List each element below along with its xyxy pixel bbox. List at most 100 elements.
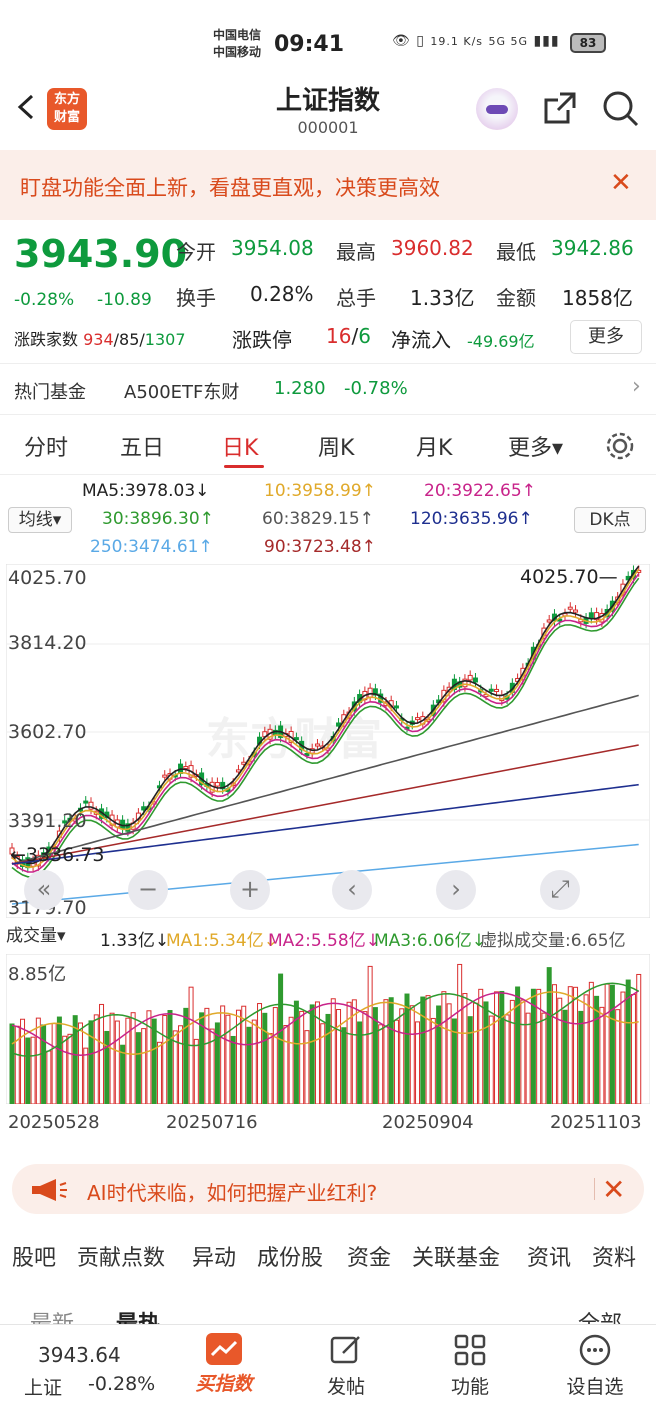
volume-bar	[204, 1007, 210, 1104]
fund-price: 1.280	[274, 378, 326, 399]
close-icon[interactable]: ✕	[610, 170, 632, 196]
volume-bar	[135, 1032, 141, 1104]
volume-bar	[267, 1033, 273, 1104]
change-pct: -0.28%	[14, 290, 75, 310]
volume-bar	[304, 1030, 310, 1104]
volume-bar	[409, 1005, 415, 1104]
volume-bar	[393, 1019, 399, 1104]
volume-bar	[330, 998, 336, 1104]
volume-bar	[499, 990, 505, 1104]
volume-bar	[25, 1037, 31, 1104]
candle-body	[314, 743, 320, 747]
volume-bar	[372, 1007, 378, 1104]
fullscreen-icon[interactable]: ⤢	[540, 870, 580, 910]
tab-constituents[interactable]: 成份股	[257, 1240, 323, 1272]
tab-capital[interactable]: 资金	[347, 1240, 391, 1272]
volume-bar	[246, 1026, 252, 1104]
tab-profile[interactable]: 资料	[592, 1240, 636, 1272]
volume-bar	[77, 1022, 83, 1104]
volume-bar	[251, 1019, 257, 1104]
volume-chart[interactable]	[6, 954, 650, 1104]
candle-body	[293, 737, 299, 741]
tab-daily-k[interactable]: 日K	[222, 430, 258, 462]
tab-movement[interactable]: 异动	[192, 1240, 236, 1272]
volume-bar	[388, 997, 394, 1104]
date-label: 20251103	[550, 1112, 642, 1133]
tab-monthly-k[interactable]: 月K	[416, 430, 452, 462]
volume-bar	[67, 1033, 73, 1104]
volume-bar	[599, 1006, 605, 1104]
limit-label: 涨跌停	[232, 328, 292, 352]
candle-body	[467, 674, 473, 681]
dk-point-button[interactable]: DK点	[574, 507, 646, 533]
volume-bar	[88, 1020, 94, 1104]
tab-related-funds[interactable]: 关联基金	[412, 1240, 500, 1272]
divider	[0, 474, 656, 475]
volume-bar	[362, 1011, 368, 1104]
tab-guba[interactable]: 股吧	[12, 1240, 56, 1272]
function-tab[interactable]: 功能	[440, 1333, 500, 1399]
vol-ma1-label: MA1:5.34亿↓	[166, 931, 278, 951]
volume-select[interactable]: 成交量▾	[6, 924, 96, 950]
volume-bar	[551, 984, 557, 1104]
volume-bar	[430, 1017, 436, 1104]
date-label: 20250716	[166, 1112, 258, 1133]
volume-bar	[494, 991, 500, 1104]
turnover-label: 换手	[176, 286, 216, 310]
step-back-icon[interactable]: ‹	[332, 870, 372, 910]
post-tab[interactable]: 发帖	[316, 1333, 376, 1399]
search-icon[interactable]	[602, 90, 640, 128]
volume-bar	[588, 981, 594, 1104]
volume-bar	[156, 1041, 162, 1104]
change-value: -10.89	[97, 290, 152, 310]
zoom-in-icon[interactable]: +	[230, 870, 270, 910]
assistant-robot-icon[interactable]	[476, 88, 518, 130]
mini-price: 3943.64	[38, 1343, 121, 1367]
indicator-select[interactable]: 均线▾	[8, 507, 72, 533]
share-icon[interactable]	[542, 90, 578, 126]
close-icon[interactable]: ✕	[602, 1173, 625, 1206]
high-label: 最高	[336, 240, 376, 264]
promo-banner[interactable]: AI时代来临，如何把握产业红利? ✕	[12, 1164, 644, 1214]
feature-banner[interactable]: 盯盘功能全面上新，看盘更直观，决策更高效 ✕	[0, 150, 656, 220]
tab-weekly-k[interactable]: 周K	[318, 430, 354, 462]
volume-bar	[99, 1003, 105, 1104]
volume-bar	[536, 988, 542, 1104]
candle-body	[183, 766, 189, 770]
clock: 09:41	[274, 32, 345, 57]
volume-bar	[620, 991, 626, 1104]
more-dots-icon	[579, 1334, 611, 1366]
divider	[0, 363, 656, 364]
volume-bar	[162, 1015, 168, 1104]
candle-body	[162, 774, 168, 778]
candle-body	[494, 688, 500, 693]
fund-name[interactable]: A500ETF东财	[124, 378, 239, 404]
tab-intraday[interactable]: 分时	[24, 430, 68, 462]
buy-index-tab[interactable]: 买指数	[190, 1333, 258, 1396]
tab-five-day[interactable]: 五日	[120, 430, 164, 462]
tab-contribution[interactable]: 贡献点数	[77, 1240, 165, 1272]
volume-bar	[293, 1000, 299, 1104]
chevron-right-icon[interactable]: ›	[632, 374, 641, 399]
volume-bar	[9, 1023, 15, 1104]
volume-bar	[546, 967, 552, 1104]
current-price: 3943.90	[14, 232, 188, 276]
more-button[interactable]: 更多	[570, 320, 642, 354]
volume-bar	[51, 1023, 57, 1104]
tab-more[interactable]: 更多▾	[508, 430, 563, 462]
volume-bar	[509, 999, 515, 1104]
volume-bar	[420, 996, 426, 1104]
amount-label: 金额	[496, 286, 536, 310]
settings-gear-icon[interactable]	[604, 430, 636, 462]
step-forward-icon[interactable]: ›	[436, 870, 476, 910]
divider	[0, 414, 656, 415]
y-axis-label: 3814.20	[8, 632, 87, 654]
volume-bar	[399, 1008, 405, 1104]
zoom-out-icon[interactable]: −	[128, 870, 168, 910]
ma60-label: 60:3829.15↑	[262, 509, 374, 529]
fast-backward-icon[interactable]: «	[24, 870, 64, 910]
volume-label: 总手	[336, 286, 376, 310]
volume-bar	[367, 965, 373, 1104]
watchlist-tab[interactable]: 设自选	[560, 1333, 630, 1399]
tab-news[interactable]: 资讯	[527, 1240, 571, 1272]
